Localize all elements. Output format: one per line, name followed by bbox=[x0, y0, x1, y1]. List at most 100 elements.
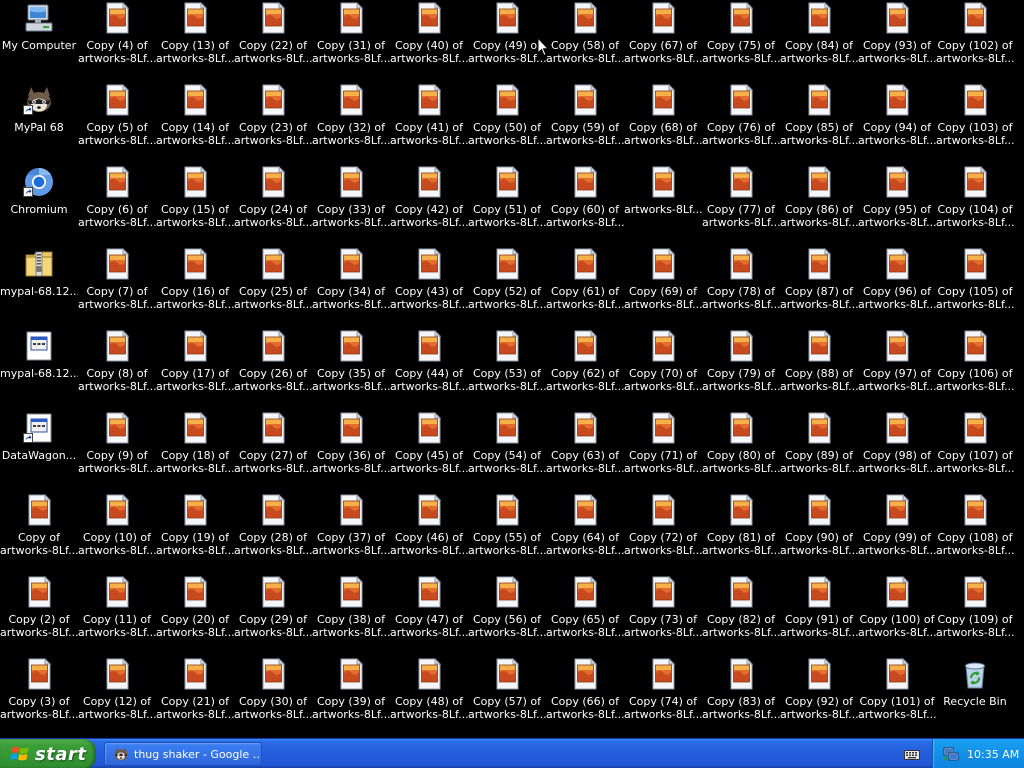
datawagon-shortcut-icon[interactable]: DataWagon... bbox=[0, 412, 78, 492]
file-icon[interactable]: Copy (24) of artworks-8Lf... bbox=[234, 166, 312, 246]
file-icon[interactable]: Copy of artworks-8Lf... bbox=[0, 494, 78, 574]
file-icon[interactable]: C a bbox=[1014, 248, 1024, 328]
desktop[interactable]: My Computer MyPal 68 Chromium mypal-68.12..… bbox=[0, 0, 1024, 738]
file-icon[interactable]: Copy (61) of artworks-8Lf... bbox=[546, 248, 624, 328]
file-icon[interactable]: Copy (99) of artworks-8Lf... bbox=[858, 494, 936, 574]
file-icon[interactable]: Copy (28) of artworks-8Lf... bbox=[234, 494, 312, 574]
file-icon[interactable]: Copy (100) of artworks-8Lf... bbox=[858, 576, 936, 656]
file-icon[interactable]: Copy (8) of artworks-8Lf... bbox=[78, 330, 156, 410]
file-icon[interactable]: Copy (82) of artworks-8Lf... bbox=[702, 576, 780, 656]
file-icon[interactable]: Copy (83) of artworks-8Lf... bbox=[702, 658, 780, 738]
file-icon[interactable]: C a bbox=[1014, 2, 1024, 82]
file-icon[interactable]: Copy (101) of artworks-8Lf... bbox=[858, 658, 936, 738]
file-icon[interactable]: Copy (47) of artworks-8Lf... bbox=[390, 576, 468, 656]
file-icon[interactable]: Copy (94) of artworks-8Lf... bbox=[858, 84, 936, 164]
file-icon[interactable]: Copy (46) of artworks-8Lf... bbox=[390, 494, 468, 574]
file-icon[interactable]: Copy (50) of artworks-8Lf... bbox=[468, 84, 546, 164]
recycle-bin-icon[interactable]: Recycle Bin bbox=[936, 658, 1014, 738]
file-icon[interactable]: Copy (5) of artworks-8Lf... bbox=[78, 84, 156, 164]
file-icon[interactable]: Copy (37) of artworks-8Lf... bbox=[312, 494, 390, 574]
file-icon[interactable]: Copy (89) of artworks-8Lf... bbox=[780, 412, 858, 492]
chromium-shortcut-icon[interactable]: Chromium bbox=[0, 166, 78, 246]
file-icon[interactable]: Copy (6) of artworks-8Lf... bbox=[78, 166, 156, 246]
file-icon[interactable]: artworks-8Lf... bbox=[624, 166, 702, 246]
file-icon[interactable]: Copy (84) of artworks-8Lf... bbox=[780, 2, 858, 82]
file-icon[interactable]: Copy (14) of artworks-8Lf... bbox=[156, 84, 234, 164]
file-icon[interactable]: Copy (16) of artworks-8Lf... bbox=[156, 248, 234, 328]
file-icon[interactable]: Copy (15) of artworks-8Lf... bbox=[156, 166, 234, 246]
file-icon[interactable]: Copy (75) of artworks-8Lf... bbox=[702, 2, 780, 82]
file-icon[interactable]: Copy (91) of artworks-8Lf... bbox=[780, 576, 858, 656]
file-icon[interactable]: Copy (76) of artworks-8Lf... bbox=[702, 84, 780, 164]
file-icon[interactable]: Copy (38) of artworks-8Lf... bbox=[312, 576, 390, 656]
file-icon[interactable]: Copy (74) of artworks-8Lf... bbox=[624, 658, 702, 738]
file-icon[interactable]: Copy (9) of artworks-8Lf... bbox=[78, 412, 156, 492]
file-icon[interactable]: C a bbox=[1014, 412, 1024, 492]
file-icon[interactable]: Copy (102) of artworks-8Lf... bbox=[936, 2, 1014, 82]
file-icon[interactable]: Copy (105) of artworks-8Lf... bbox=[936, 248, 1014, 328]
file-icon[interactable]: Copy (90) of artworks-8Lf... bbox=[780, 494, 858, 574]
file-icon[interactable]: Copy (7) of artworks-8Lf... bbox=[78, 248, 156, 328]
file-icon[interactable]: Copy (70) of artworks-8Lf... bbox=[624, 330, 702, 410]
file-icon[interactable]: Copy (97) of artworks-8Lf... bbox=[858, 330, 936, 410]
file-icon[interactable]: C a bbox=[1014, 84, 1024, 164]
file-icon[interactable]: Copy (78) of artworks-8Lf... bbox=[702, 248, 780, 328]
file-icon[interactable]: Copy (54) of artworks-8Lf... bbox=[468, 412, 546, 492]
file-icon[interactable]: Copy (66) of artworks-8Lf... bbox=[546, 658, 624, 738]
file-icon[interactable]: Copy (81) of artworks-8Lf... bbox=[702, 494, 780, 574]
file-icon[interactable]: Copy (93) of artworks-8Lf... bbox=[858, 2, 936, 82]
file-icon[interactable]: Copy (68) of artworks-8Lf... bbox=[624, 84, 702, 164]
file-icon[interactable]: Copy (10) of artworks-8Lf... bbox=[78, 494, 156, 574]
file-icon[interactable]: Copy (18) of artworks-8Lf... bbox=[156, 412, 234, 492]
file-icon[interactable]: Copy (56) of artworks-8Lf... bbox=[468, 576, 546, 656]
file-icon[interactable]: Copy (34) of artworks-8Lf... bbox=[312, 248, 390, 328]
mypal-zip-icon[interactable]: mypal-68.12.... bbox=[0, 248, 78, 328]
file-icon[interactable]: Copy (20) of artworks-8Lf... bbox=[156, 576, 234, 656]
file-icon[interactable]: Copy (69) of artworks-8Lf... bbox=[624, 248, 702, 328]
file-icon[interactable]: Copy (48) of artworks-8Lf... bbox=[390, 658, 468, 738]
file-icon[interactable]: Copy (103) of artworks-8Lf... bbox=[936, 84, 1014, 164]
my-computer-icon[interactable]: My Computer bbox=[0, 2, 78, 82]
file-icon[interactable]: C a bbox=[1014, 576, 1024, 656]
file-icon[interactable]: Copy (53) of artworks-8Lf... bbox=[468, 330, 546, 410]
file-icon[interactable]: Copy (95) of artworks-8Lf... bbox=[858, 166, 936, 246]
file-icon[interactable]: Copy (104) of artworks-8Lf... bbox=[936, 166, 1014, 246]
file-icon[interactable]: Copy (35) of artworks-8Lf... bbox=[312, 330, 390, 410]
file-icon[interactable]: Copy (96) of artworks-8Lf... bbox=[858, 248, 936, 328]
start-button[interactable]: start bbox=[0, 739, 96, 768]
file-icon[interactable]: Copy (32) of artworks-8Lf... bbox=[312, 84, 390, 164]
file-icon[interactable]: Copy (43) of artworks-8Lf... bbox=[390, 248, 468, 328]
file-icon[interactable]: Copy (109) of artworks-8Lf... bbox=[936, 576, 1014, 656]
file-icon[interactable]: Copy (58) of artworks-8Lf... bbox=[546, 2, 624, 82]
file-icon[interactable]: C a bbox=[1014, 658, 1024, 738]
file-icon[interactable]: C a bbox=[1014, 494, 1024, 574]
file-icon[interactable]: Copy (51) of artworks-8Lf... bbox=[468, 166, 546, 246]
file-icon[interactable]: Copy (80) of artworks-8Lf... bbox=[702, 412, 780, 492]
file-icon[interactable]: Copy (79) of artworks-8Lf... bbox=[702, 330, 780, 410]
file-icon[interactable]: Copy (49) of artworks-8Lf... bbox=[468, 2, 546, 82]
network-icon[interactable] bbox=[943, 746, 959, 762]
file-icon[interactable]: Copy (13) of artworks-8Lf... bbox=[156, 2, 234, 82]
file-icon[interactable]: Copy (30) of artworks-8Lf... bbox=[234, 658, 312, 738]
file-icon[interactable]: Copy (27) of artworks-8Lf... bbox=[234, 412, 312, 492]
clock[interactable]: 10:35 AM bbox=[967, 748, 1019, 761]
file-icon[interactable]: Copy (40) of artworks-8Lf... bbox=[390, 2, 468, 82]
file-icon[interactable]: Copy (45) of artworks-8Lf... bbox=[390, 412, 468, 492]
file-icon[interactable]: Copy (73) of artworks-8Lf... bbox=[624, 576, 702, 656]
file-icon[interactable]: Copy (71) of artworks-8Lf... bbox=[624, 412, 702, 492]
file-icon[interactable]: Copy (64) of artworks-8Lf... bbox=[546, 494, 624, 574]
file-icon[interactable]: C a bbox=[1014, 330, 1024, 410]
file-icon[interactable]: Copy (23) of artworks-8Lf... bbox=[234, 84, 312, 164]
file-icon[interactable]: Copy (44) of artworks-8Lf... bbox=[390, 330, 468, 410]
file-icon[interactable]: Copy (26) of artworks-8Lf... bbox=[234, 330, 312, 410]
file-icon[interactable]: Copy (67) of artworks-8Lf... bbox=[624, 2, 702, 82]
file-icon[interactable]: Copy (108) of artworks-8Lf... bbox=[936, 494, 1014, 574]
file-icon[interactable]: Copy (52) of artworks-8Lf... bbox=[468, 248, 546, 328]
file-icon[interactable]: Copy (3) of artworks-8Lf... bbox=[0, 658, 78, 738]
file-icon[interactable]: Copy (92) of artworks-8Lf... bbox=[780, 658, 858, 738]
file-icon[interactable]: Copy (21) of artworks-8Lf... bbox=[156, 658, 234, 738]
file-icon[interactable]: Copy (87) of artworks-8Lf... bbox=[780, 248, 858, 328]
file-icon[interactable]: Copy (63) of artworks-8Lf... bbox=[546, 412, 624, 492]
file-icon[interactable]: Copy (59) of artworks-8Lf... bbox=[546, 84, 624, 164]
mypal-exe-icon[interactable]: mypal-68.12.... bbox=[0, 330, 78, 410]
